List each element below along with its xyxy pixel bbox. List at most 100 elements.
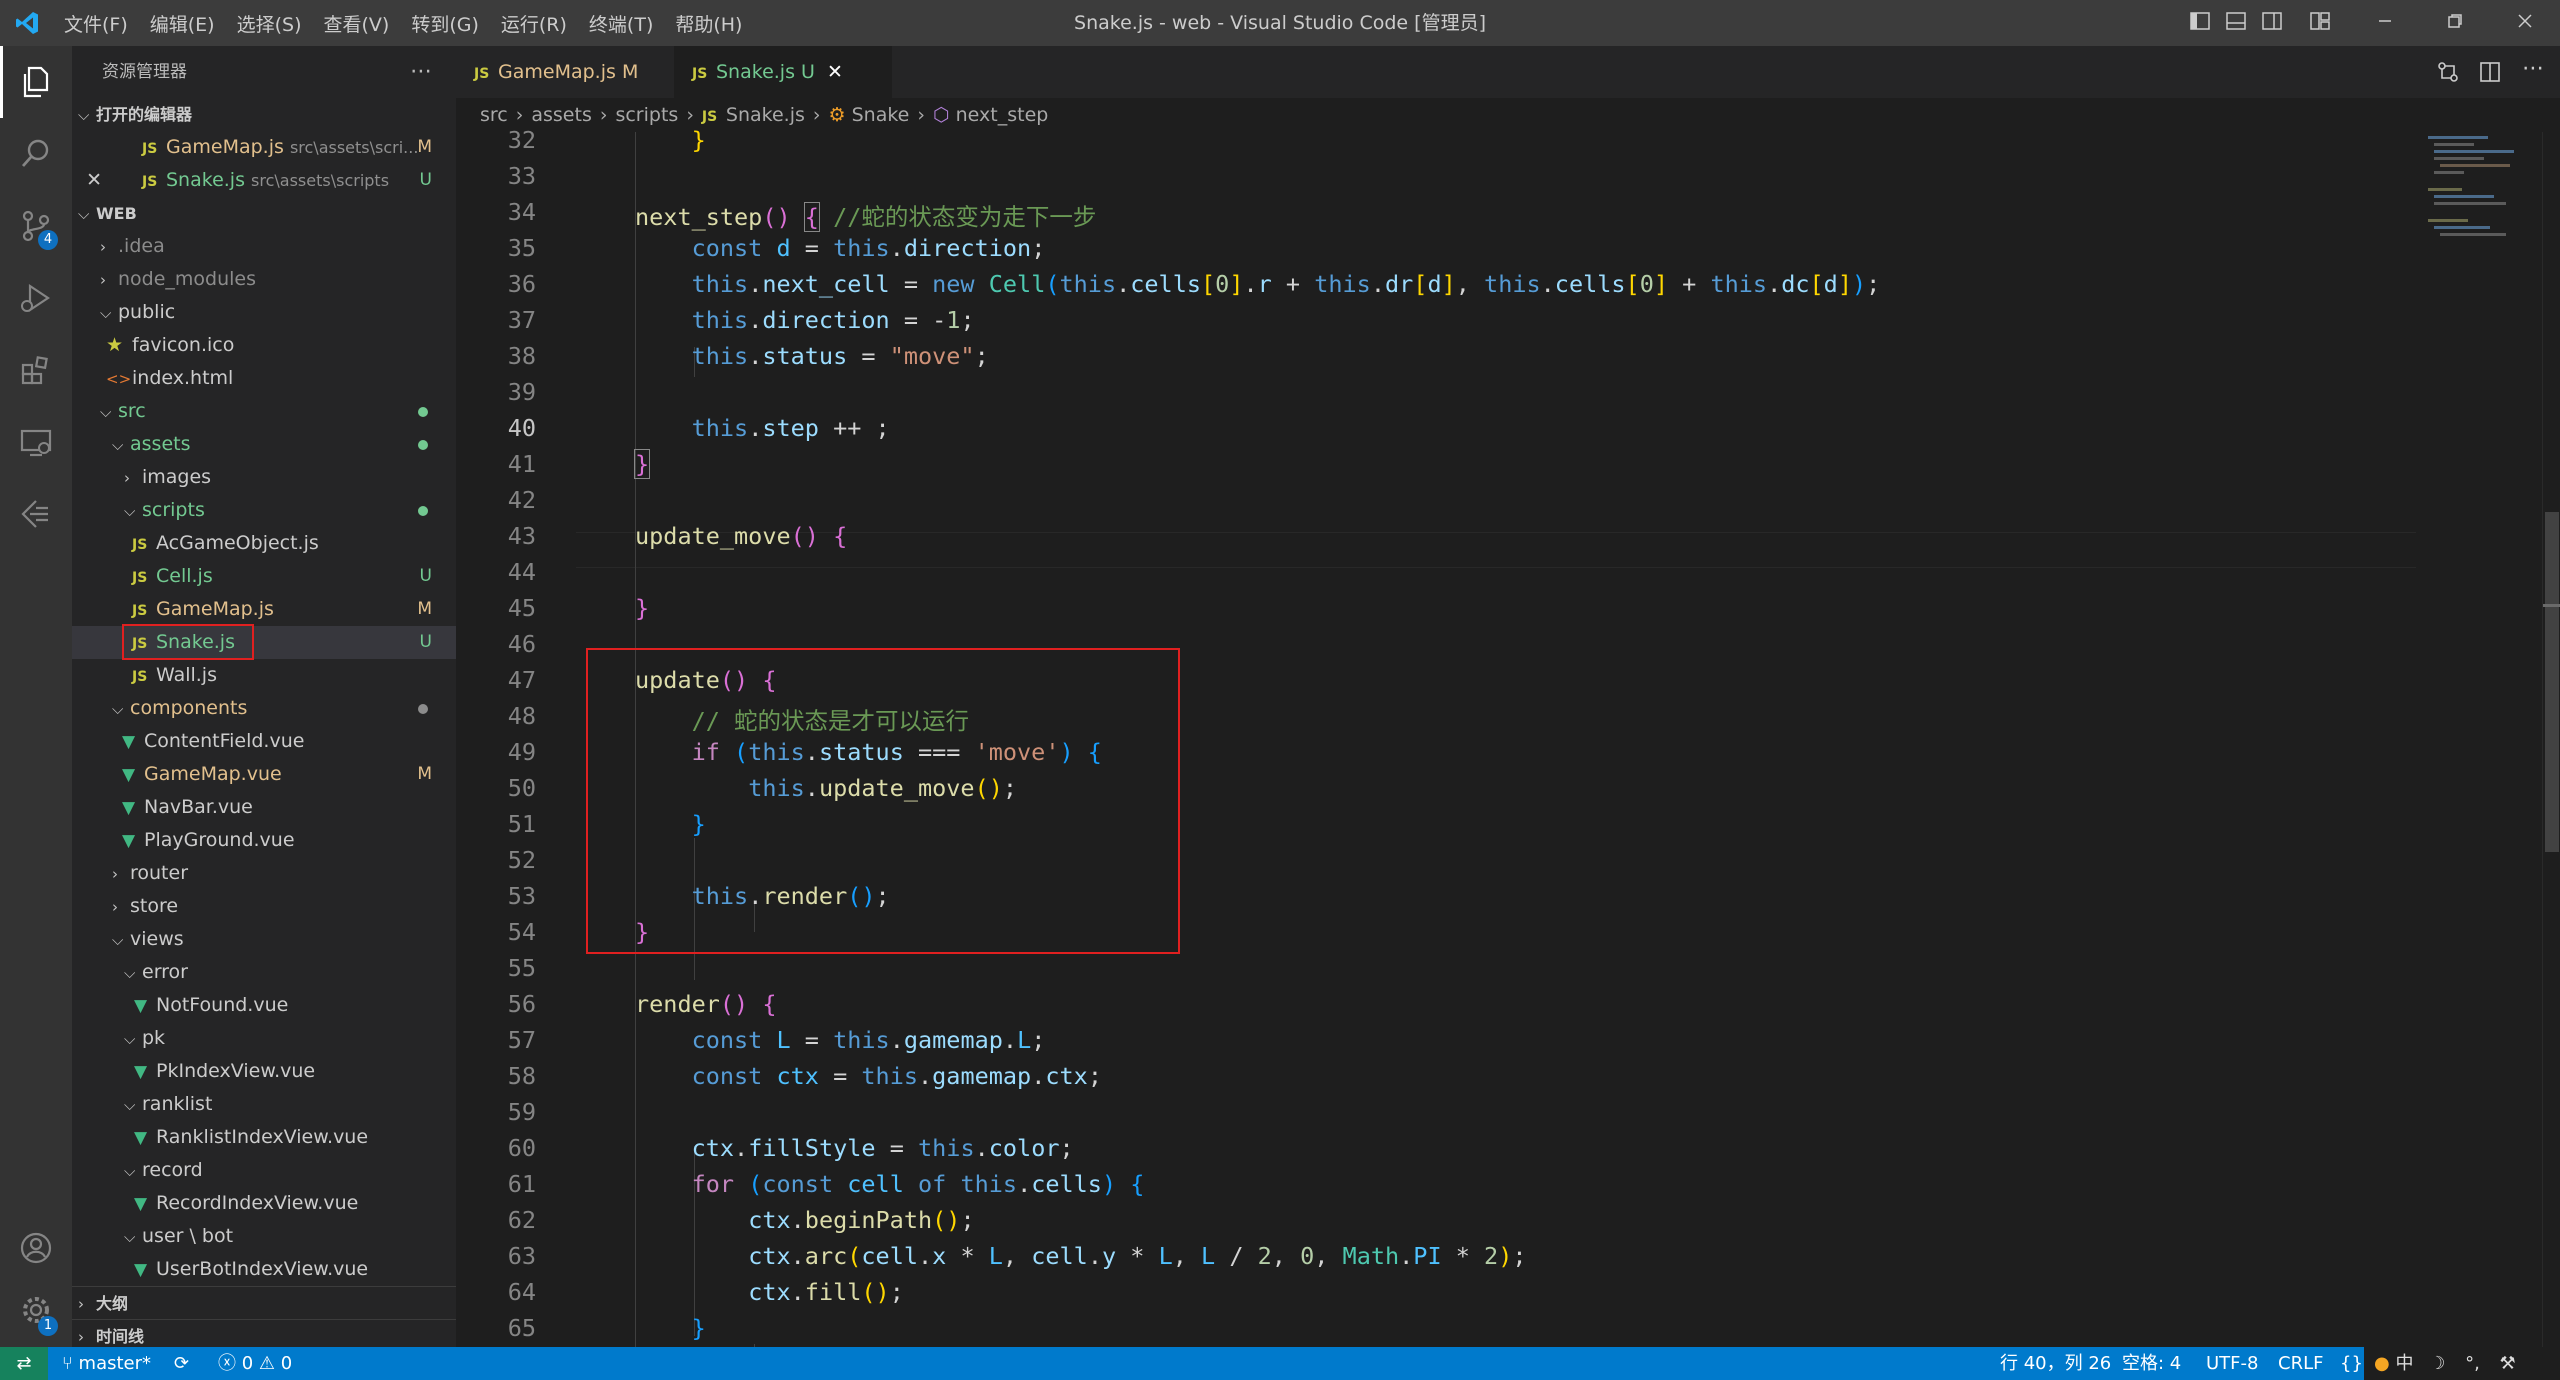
- encoding[interactable]: UTF-8: [2206, 1347, 2258, 1380]
- tree-file[interactable]: ▼ PkIndexView.vue: [72, 1055, 456, 1088]
- menu-view[interactable]: 查看(V): [324, 10, 390, 37]
- close-icon[interactable]: ✕: [72, 164, 112, 197]
- open-editors-section[interactable]: ⌵ 打开的编辑器: [72, 98, 456, 131]
- breadcrumb-item[interactable]: Snake: [852, 104, 910, 126]
- punctuation-icon[interactable]: °,: [2465, 1353, 2480, 1374]
- more-actions-icon[interactable]: ⋯: [410, 46, 432, 98]
- problems-indicator[interactable]: ⓧ 0 ⚠ 0: [218, 1347, 292, 1380]
- breadcrumb-item[interactable]: Snake.js: [726, 104, 805, 126]
- tree-file[interactable]: ▼ RanklistIndexView.vue: [72, 1121, 456, 1154]
- code-editor[interactable]: 32 33 34 35 36 37 38 39 40 41 42 43 44 45 46 47 48 49 50 51…: [456, 126, 2560, 1347]
- tree-file[interactable]: JS Wall.js: [72, 659, 456, 692]
- line-number: 49: [507, 738, 536, 766]
- tab-close-icon[interactable]: ✕: [827, 61, 843, 83]
- toggle-panel-icon[interactable]: [2218, 11, 2254, 35]
- wrench-icon[interactable]: ⚒: [2500, 1353, 2516, 1374]
- source-control-icon[interactable]: 4: [0, 190, 72, 262]
- manage-gear-icon[interactable]: 1: [0, 1274, 72, 1346]
- scrollbar-thumb[interactable]: [2545, 512, 2559, 852]
- menu-selection[interactable]: 选择(S): [237, 10, 302, 37]
- remote-explorer-icon[interactable]: [0, 406, 72, 478]
- code-line-61: for (const cell of this.cells) {: [691, 1170, 1145, 1198]
- tab-snake[interactable]: JS Snake.js U ✕: [674, 46, 892, 98]
- language-mode[interactable]: {}: [2340, 1347, 2363, 1380]
- menu-edit[interactable]: 编辑(E): [150, 10, 215, 37]
- tree-folder[interactable]: › store: [72, 890, 456, 923]
- tree-folder[interactable]: ⌵ ranklist: [72, 1088, 456, 1121]
- tree-file[interactable]: JS Cell.js U: [72, 560, 456, 593]
- indentation[interactable]: 空格: 4: [2122, 1347, 2181, 1380]
- extensions-icon[interactable]: [0, 334, 72, 406]
- breadcrumb-item[interactable]: scripts: [615, 104, 678, 126]
- tree-file[interactable]: JS AcGameObject.js: [72, 527, 456, 560]
- tab-status: U: [801, 61, 815, 83]
- cursor-position[interactable]: 行 40，列 26: [2000, 1347, 2111, 1380]
- customize-layout-icon[interactable]: [2290, 11, 2350, 35]
- tree-folder[interactable]: ⌵ public: [72, 296, 456, 329]
- explorer-icon[interactable]: [0, 46, 72, 118]
- toggle-secondary-sidebar-icon[interactable]: [2254, 11, 2290, 35]
- tree-folder[interactable]: ⌵ pk: [72, 1022, 456, 1055]
- tree-folder[interactable]: ⌵ error: [72, 956, 456, 989]
- tree-folder[interactable]: › images: [72, 461, 456, 494]
- chevron-right-icon: ›: [124, 469, 130, 487]
- tree-folder[interactable]: › .idea: [72, 230, 456, 263]
- vertical-scrollbar[interactable]: [2542, 132, 2560, 1347]
- breadcrumb-item[interactable]: next_step: [956, 104, 1049, 126]
- more-actions-icon[interactable]: ⋯: [2522, 56, 2544, 81]
- restore-icon[interactable]: [2420, 12, 2490, 34]
- branch-indicator[interactable]: ⑂ master*: [62, 1347, 151, 1380]
- split-editor-icon[interactable]: [2478, 60, 2502, 89]
- section-title: 大纲: [96, 1294, 129, 1313]
- menu-run[interactable]: 运行(R): [501, 10, 567, 37]
- breadcrumb-item[interactable]: assets: [531, 104, 591, 126]
- ime-mode[interactable]: 中: [2395, 1353, 2413, 1374]
- tree-folder[interactable]: ⌵ record: [72, 1154, 456, 1187]
- tab-gamemap[interactable]: JS GameMap.js M: [456, 46, 674, 98]
- search-icon[interactable]: [0, 118, 72, 190]
- tree-folder[interactable]: ⌵ user \ bot: [72, 1220, 456, 1253]
- tree-file[interactable]: ▼ PlayGround.vue: [72, 824, 456, 857]
- vue-file-icon: ▼: [134, 996, 148, 1016]
- menu-terminal[interactable]: 终端(T): [589, 10, 653, 37]
- breadcrumb-item[interactable]: src: [480, 104, 508, 126]
- open-changes-icon[interactable]: [2436, 60, 2460, 89]
- tree-file[interactable]: ▼ UserBotIndexView.vue: [72, 1253, 456, 1286]
- menu-go[interactable]: 转到(G): [411, 10, 479, 37]
- tree-folder[interactable]: ⌵ components: [72, 692, 456, 725]
- menu-file[interactable]: 文件(F): [64, 10, 128, 37]
- line-number: 32: [507, 126, 536, 154]
- remote-tree-icon[interactable]: [0, 478, 72, 550]
- sync-icon[interactable]: ⟳: [174, 1347, 189, 1380]
- tree-file[interactable]: ▼ GameMap.vue M: [72, 758, 456, 791]
- minimize-icon[interactable]: [2350, 12, 2420, 34]
- tree-file[interactable]: JS GameMap.js M: [72, 593, 456, 626]
- workspace-section[interactable]: ⌵ WEB: [72, 197, 456, 230]
- close-window-icon[interactable]: [2490, 12, 2560, 34]
- tree-file[interactable]: ▼ RecordIndexView.vue: [72, 1187, 456, 1220]
- tree-folder[interactable]: › node_modules: [72, 263, 456, 296]
- code-line-65: }: [691, 1314, 706, 1342]
- menu-help[interactable]: 帮助(H): [675, 10, 742, 37]
- toggle-primary-sidebar-icon[interactable]: [2182, 11, 2218, 35]
- tree-file[interactable]: ▼ NotFound.vue: [72, 989, 456, 1022]
- open-editor-item[interactable]: JS GameMap.js src\assets\scri... M: [72, 131, 456, 164]
- tree-file[interactable]: ▼ ContentField.vue: [72, 725, 456, 758]
- minimap[interactable]: [2422, 132, 2542, 292]
- end-of-line[interactable]: CRLF: [2278, 1347, 2323, 1380]
- tree-file-selected[interactable]: JS Snake.js U: [72, 624, 456, 660]
- tree-file[interactable]: ★ favicon.ico: [72, 329, 456, 362]
- tree-folder[interactable]: ⌵ scripts: [72, 494, 456, 527]
- line-number: 53: [507, 882, 536, 910]
- run-debug-icon[interactable]: [0, 262, 72, 334]
- tree-folder[interactable]: › router: [72, 857, 456, 890]
- moon-icon[interactable]: ☽: [2429, 1353, 2445, 1374]
- tree-file[interactable]: <>index.html: [72, 362, 456, 395]
- outline-section[interactable]: › 大纲: [72, 1286, 456, 1319]
- remote-indicator-icon[interactable]: ⇄: [0, 1347, 48, 1380]
- tree-file[interactable]: ▼ NavBar.vue: [72, 791, 456, 824]
- tree-folder[interactable]: ⌵ src: [72, 395, 456, 428]
- open-editor-item[interactable]: ✕ JS Snake.js src\assets\scripts U: [72, 164, 456, 197]
- tree-folder[interactable]: ⌵ assets: [72, 428, 456, 461]
- tree-folder[interactable]: ⌵ views: [72, 923, 456, 956]
